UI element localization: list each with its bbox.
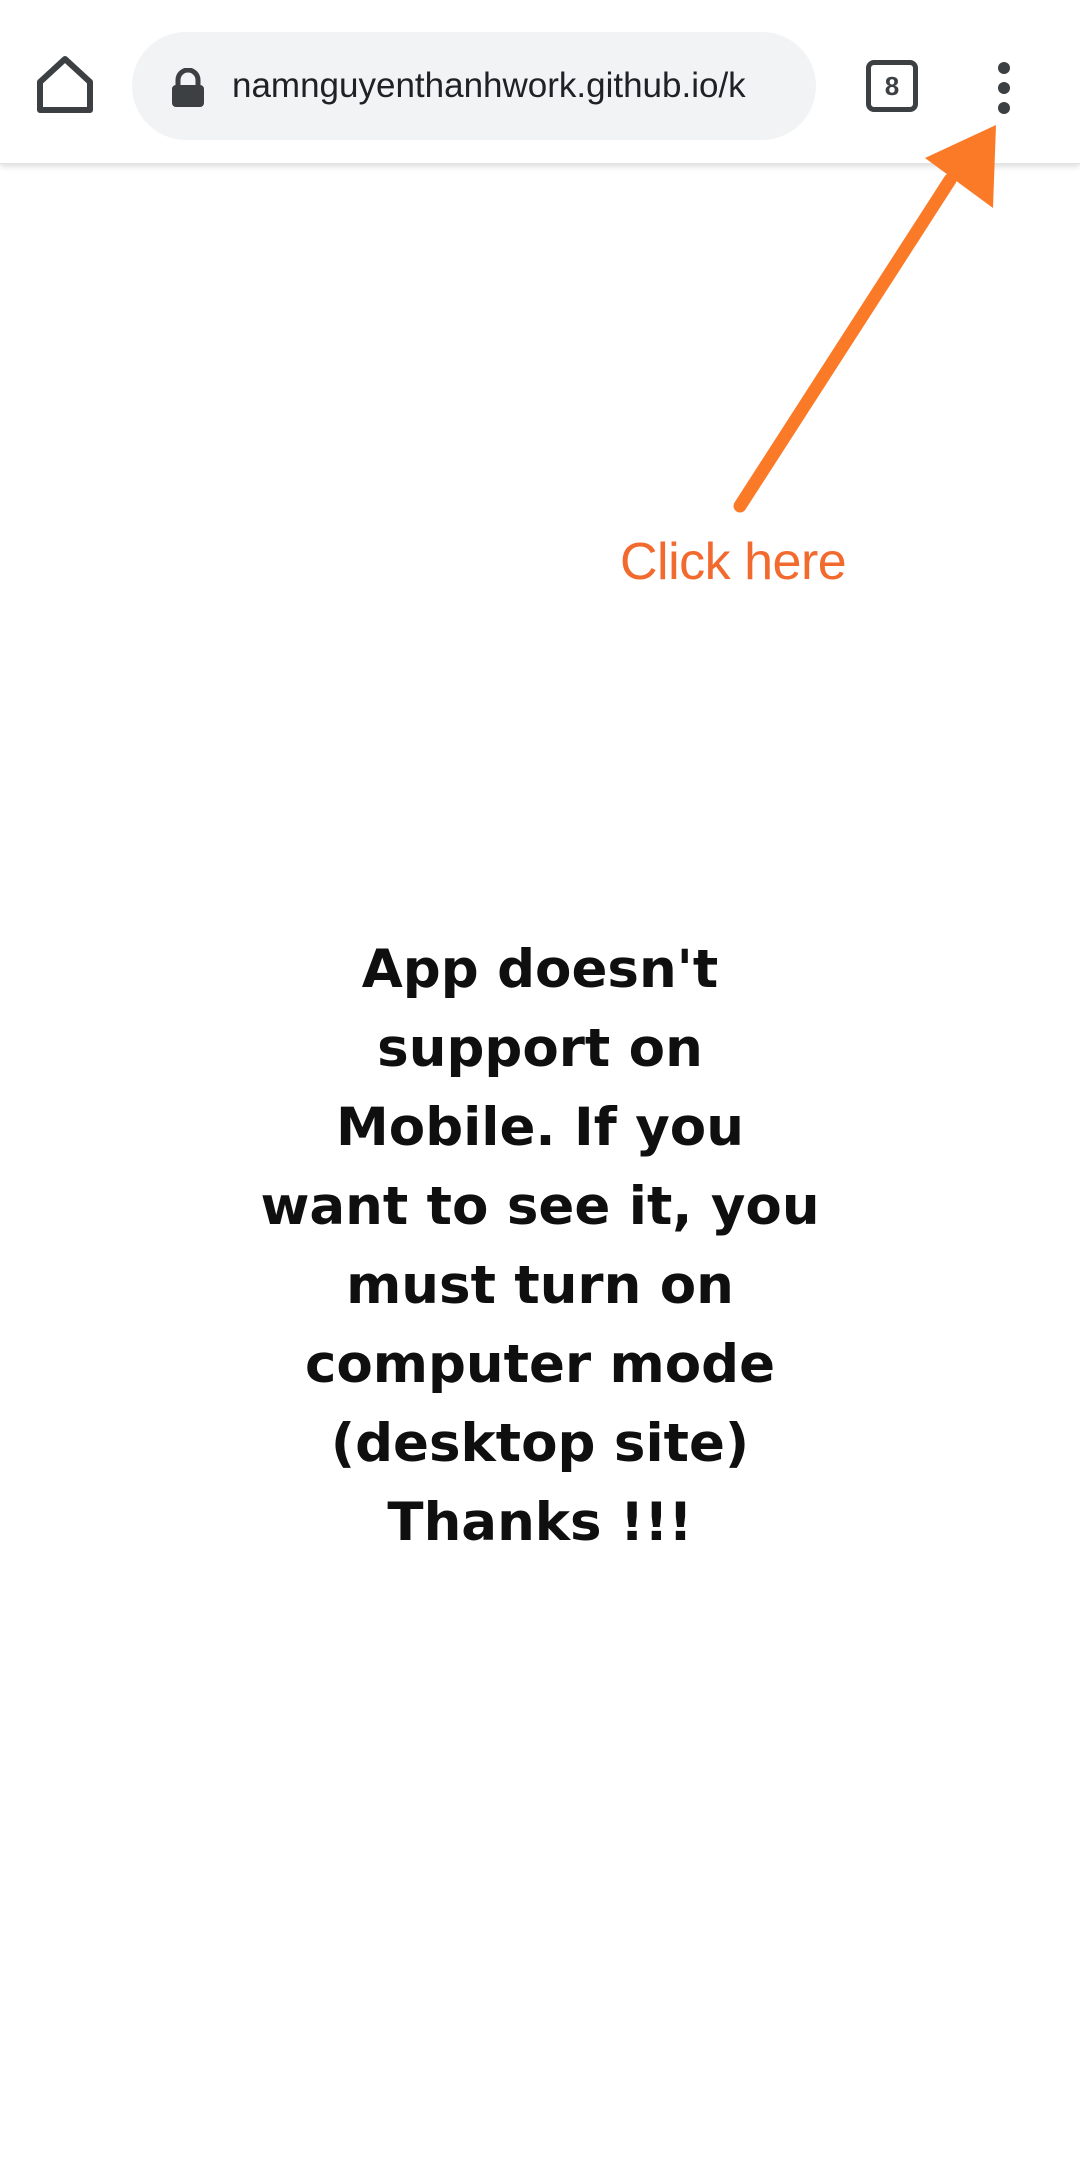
browser-menu-button[interactable]: [984, 56, 1024, 116]
home-icon: [37, 56, 93, 113]
arrow-shaft: [733, 173, 957, 513]
message-line: computer mode: [304, 1334, 776, 1395]
message-line: App doesn't: [361, 939, 719, 1000]
browser-toolbar: namnguyenthanhwork.github.io/k 8: [0, 0, 1080, 164]
message-line: Mobile. If you: [336, 1097, 744, 1158]
message-line: Thanks !!!: [387, 1492, 693, 1553]
message-line: support on: [377, 1018, 703, 1079]
menu-dot: [998, 62, 1010, 74]
message-line: must turn on: [346, 1255, 734, 1316]
message-line: (desktop site): [330, 1413, 750, 1474]
unsupported-message: App doesn't support on Mobile. If you wa…: [240, 930, 840, 1562]
tab-count: 8: [884, 71, 900, 101]
menu-dot: [998, 82, 1010, 94]
url-text[interactable]: namnguyenthanhwork.github.io/k: [232, 32, 802, 140]
home-button[interactable]: [30, 50, 100, 120]
message-line: want to see it, you: [260, 1176, 820, 1237]
lock-icon[interactable]: [170, 68, 206, 108]
address-bar[interactable]: namnguyenthanhwork.github.io/k: [132, 32, 816, 140]
click-here-label: Click here: [620, 533, 847, 591]
tab-switcher-button[interactable]: 8: [866, 60, 918, 112]
menu-dot: [998, 102, 1010, 114]
